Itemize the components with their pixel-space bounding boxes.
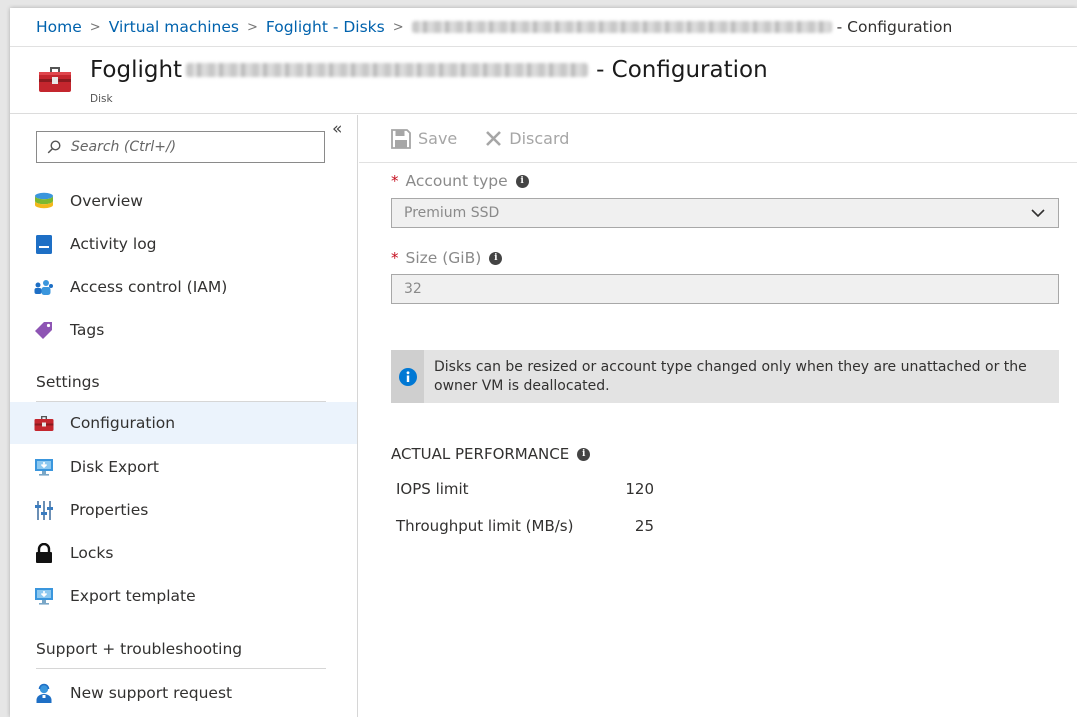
activity-log-icon xyxy=(34,234,54,254)
info-icon[interactable]: i xyxy=(489,251,503,265)
account-type-select[interactable]: Premium SSD xyxy=(391,198,1059,228)
page-title-suffix: - Configuration xyxy=(596,57,768,83)
sidebar-item-label: Access control (IAM) xyxy=(70,278,228,296)
tag-icon xyxy=(34,320,54,340)
breadcrumb-separator: > xyxy=(392,19,404,35)
sidebar-item-label: Activity log xyxy=(70,235,157,253)
sidebar-item-properties[interactable]: Properties xyxy=(10,489,357,531)
discard-button[interactable]: Discard xyxy=(485,129,569,148)
save-icon xyxy=(391,128,411,149)
breadcrumb-current: - Configuration xyxy=(836,18,953,36)
sidebar-item-label: Configuration xyxy=(70,414,176,432)
size-label-text: Size (GiB) xyxy=(405,249,482,267)
required-marker: * xyxy=(391,249,399,267)
sidebar-item-overview[interactable]: Overview xyxy=(10,180,357,222)
redacted-disk-name xyxy=(411,21,832,33)
actual-performance-title: ACTUAL PERFORMANCE xyxy=(391,445,570,463)
required-marker: * xyxy=(391,172,399,190)
account-type-value: Premium SSD xyxy=(404,205,500,221)
sidebar-item-label: Export template xyxy=(70,587,196,605)
size-label: * Size (GiB) i xyxy=(391,249,503,267)
iops-limit-value: 120 xyxy=(625,480,654,498)
section-divider xyxy=(36,668,326,669)
search-icon xyxy=(47,140,61,154)
breadcrumb-separator: > xyxy=(246,19,258,35)
redacted-title xyxy=(186,63,589,77)
settings-section-header: Settings xyxy=(36,373,100,391)
toolbox-icon xyxy=(34,413,54,433)
sidebar-item-label: Tags xyxy=(70,321,105,339)
sidebar-item-label: Properties xyxy=(70,501,149,519)
support-section-header: Support + troubleshooting xyxy=(36,640,243,658)
support-person-icon xyxy=(34,683,54,703)
breadcrumb-home-link[interactable]: Home xyxy=(36,18,82,36)
notice-text: Disks can be resized or account type cha… xyxy=(434,358,1027,394)
sidebar-item-activity-log[interactable]: Activity log xyxy=(10,223,357,265)
save-button[interactable]: Save xyxy=(391,128,458,149)
size-value: 32 xyxy=(404,281,422,297)
sidebar-item-tags[interactable]: Tags xyxy=(10,309,357,351)
page-title-prefix: Foglight xyxy=(90,57,183,83)
account-type-label-text: Account type xyxy=(405,172,508,190)
size-input[interactable]: 32 xyxy=(391,274,1059,304)
page-title: Foglight - Configuration xyxy=(90,57,768,83)
throughput-limit-value: 25 xyxy=(634,517,654,535)
iops-limit-label: IOPS limit xyxy=(396,480,469,498)
notice-icon-strip xyxy=(391,350,424,403)
discard-button-label: Discard xyxy=(509,129,570,148)
breadcrumb-foglight-disks-link[interactable]: Foglight - Disks xyxy=(266,18,385,36)
toolbox-icon xyxy=(39,67,71,92)
save-button-label: Save xyxy=(418,129,458,148)
sidebar-item-label: New support request xyxy=(70,684,233,702)
breadcrumb: Home > Virtual machines > Foglight - Dis… xyxy=(10,8,1077,47)
info-circle-icon xyxy=(398,367,417,386)
sidebar-item-disk-export[interactable]: Disk Export xyxy=(10,446,357,488)
monitor-icon xyxy=(34,457,54,477)
search-input[interactable] xyxy=(71,139,311,155)
properties-icon xyxy=(34,500,54,520)
breadcrumb-separator: > xyxy=(89,19,101,35)
overview-icon xyxy=(34,191,54,211)
sidebar-item-label: Disk Export xyxy=(70,458,159,476)
search-box[interactable] xyxy=(36,131,325,163)
actual-performance-header: ACTUAL PERFORMANCE i xyxy=(391,445,591,463)
throughput-limit-label: Throughput limit (MB/s) xyxy=(396,517,574,535)
resource-type-label: Disk xyxy=(90,93,113,105)
command-bar: Save Discard xyxy=(359,115,1077,163)
breadcrumb-virtual-machines-link[interactable]: Virtual machines xyxy=(109,18,239,36)
resource-header: Foglight - Configuration Disk xyxy=(10,48,1077,114)
sidebar-item-access-control[interactable]: Access control (IAM) xyxy=(10,266,357,308)
sidebar-item-configuration[interactable]: Configuration xyxy=(10,402,357,444)
sidebar: « Overview xyxy=(10,115,358,717)
sidebar-item-label: Locks xyxy=(70,544,114,562)
info-notice: Disks can be resized or account type cha… xyxy=(391,350,1059,403)
iam-icon xyxy=(34,277,54,297)
info-icon[interactable]: i xyxy=(515,174,529,188)
discard-icon xyxy=(486,131,502,146)
lock-icon xyxy=(34,543,54,563)
portal-frame: Home > Virtual machines > Foglight - Dis… xyxy=(10,8,1077,717)
collapse-sidebar-button[interactable]: « xyxy=(332,119,342,139)
sidebar-item-locks[interactable]: Locks xyxy=(10,532,357,574)
account-type-label: * Account type i xyxy=(391,172,529,190)
sidebar-item-label: Overview xyxy=(70,192,143,210)
monitor-icon xyxy=(34,586,54,606)
chevron-down-icon xyxy=(1031,209,1045,218)
info-icon[interactable]: i xyxy=(577,447,591,461)
sidebar-item-export-template[interactable]: Export template xyxy=(10,575,357,617)
sidebar-item-new-support-request[interactable]: New support request xyxy=(10,672,357,714)
